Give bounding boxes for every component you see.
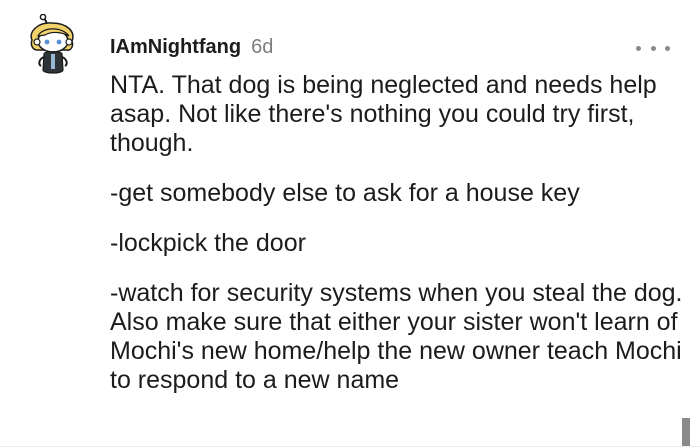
comment-body: NTA. That dog is being neglected and nee… [110,71,690,430]
more-dot-icon [665,45,670,51]
comment-paragraph: -watch for security systems when you ste… [110,279,683,394]
comment: IAmNightfang 6d NTA. That dog is being n… [0,0,700,447]
username-link[interactable]: IAmNightfang [110,36,241,59]
comment-timestamp: 6d [251,36,274,58]
comment-paragraph: NTA. That dog is being neglected and nee… [110,71,657,157]
snoo-avatar-icon[interactable] [26,13,82,76]
more-dot-icon [650,45,656,51]
comment-paragraph: -get somebody else to ask for a house ke… [110,179,580,207]
scrollbar-thumb[interactable] [682,418,690,447]
comment-header: IAmNightfang 6d [110,36,273,60]
more-dot-icon [636,45,641,51]
more-options-icon[interactable] [636,38,670,58]
comment-paragraph: -lockpick the door [110,229,306,257]
comment-paragraph-cut: ▬▬▬ ▬▬▬▬▬ ▬▬▬▬ [110,416,452,430]
